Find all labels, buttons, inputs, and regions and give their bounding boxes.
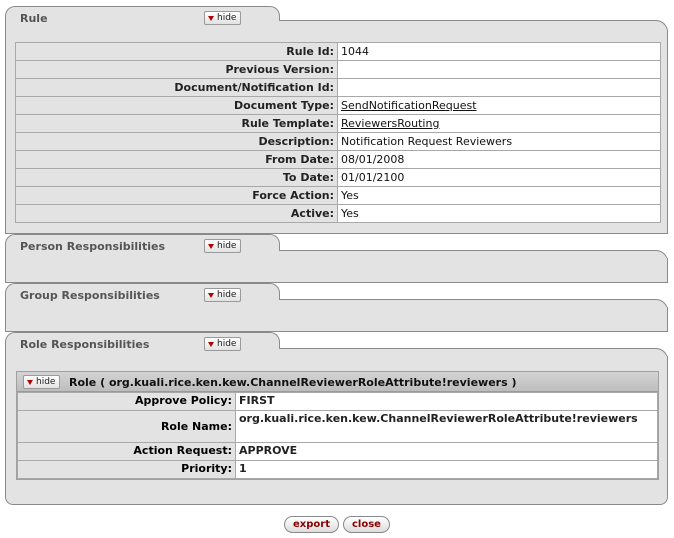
person-tab-title: Person Responsibilities <box>20 240 165 253</box>
field-value <box>337 60 661 79</box>
field-value: 08/01/2008 <box>337 150 661 169</box>
field-label: Previous Version: <box>15 60 338 79</box>
role-name-label: Role Name: <box>17 410 236 443</box>
table-row: Active: Yes <box>15 204 661 223</box>
field-link[interactable]: SendNotificationRequest <box>341 99 477 112</box>
rule-tab: Rule hide <box>5 6 280 30</box>
person-tab: Person Responsibilities hide <box>5 234 280 258</box>
table-row: Force Action: Yes <box>15 186 661 205</box>
approve-policy-value: FIRST <box>235 392 658 411</box>
field-value <box>337 78 661 97</box>
role-details-table: Approve Policy: FIRST Role Name: org.kua… <box>17 392 658 479</box>
table-row: From Date: 08/01/2008 <box>15 150 661 169</box>
field-value[interactable]: ReviewersRouting <box>337 114 661 133</box>
arrow-down-icon <box>208 292 214 298</box>
table-row: Approve Policy: FIRST <box>17 392 658 411</box>
role-box: hide Role ( org.kuali.rice.ken.kew.Chann… <box>16 371 659 480</box>
field-value: 1044 <box>337 42 661 61</box>
approve-policy-label: Approve Policy: <box>17 392 236 411</box>
field-value: 01/01/2100 <box>337 168 661 187</box>
field-label: Rule Id: <box>15 42 338 61</box>
field-label: Description: <box>15 132 338 151</box>
role-tab-title: Role Responsibilities <box>20 338 150 351</box>
table-row: Action Request: APPROVE <box>17 442 658 461</box>
close-button[interactable]: close <box>343 516 390 533</box>
field-label: Force Action: <box>15 186 338 205</box>
field-label: Active: <box>15 204 338 223</box>
rule-hide-button[interactable]: hide <box>204 11 242 25</box>
table-row: Document/Notification Id: <box>15 78 661 97</box>
arrow-down-icon <box>27 379 33 385</box>
group-hide-button[interactable]: hide <box>204 288 242 302</box>
field-label: To Date: <box>15 168 338 187</box>
table-row: Role Name: org.kuali.rice.ken.kew.Channe… <box>17 410 658 443</box>
rule-details-table: Rule Id: 1044 Previous Version: Document/No… <box>15 42 661 223</box>
group-tab: Group Responsibilities hide <box>5 283 280 307</box>
action-request-value: APPROVE <box>235 442 658 461</box>
field-label: Document Type: <box>15 96 338 115</box>
table-row: Rule Template: ReviewersRouting <box>15 114 661 133</box>
priority-label: Priority: <box>17 460 236 479</box>
field-label: Document/Notification Id: <box>15 78 338 97</box>
field-value: Yes <box>337 204 661 223</box>
priority-value: 1 <box>235 460 658 479</box>
field-value[interactable]: SendNotificationRequest <box>337 96 661 115</box>
group-panel <box>5 307 668 332</box>
rule-tab-title: Rule <box>20 12 48 25</box>
action-request-label: Action Request: <box>17 442 236 461</box>
action-buttons: export close <box>0 516 674 533</box>
table-row: Document Type: SendNotificationRequest <box>15 96 661 115</box>
arrow-down-icon <box>208 341 214 347</box>
field-link[interactable]: ReviewersRouting <box>341 117 439 130</box>
table-row: Priority: 1 <box>17 460 658 479</box>
field-value: Yes <box>337 186 661 205</box>
field-label: From Date: <box>15 150 338 169</box>
arrow-down-icon <box>208 15 214 21</box>
role-section-hide-button[interactable]: hide <box>204 337 242 351</box>
role-title: Role ( org.kuali.rice.ken.kew.ChannelRev… <box>69 376 517 389</box>
person-hide-button[interactable]: hide <box>204 239 242 253</box>
table-row: Previous Version: <box>15 60 661 79</box>
role-header: hide Role ( org.kuali.rice.ken.kew.Chann… <box>17 372 658 392</box>
role-hide-button[interactable]: hide <box>23 375 61 389</box>
role-tab: Role Responsibilities hide <box>5 332 280 356</box>
table-row: To Date: 01/01/2100 <box>15 168 661 187</box>
role-name-value: org.kuali.rice.ken.kew.ChannelReviewerRo… <box>235 410 658 443</box>
export-button[interactable]: export <box>284 516 339 533</box>
table-row: Description: Notification Request Reviewe… <box>15 132 661 151</box>
arrow-down-icon <box>208 243 214 249</box>
group-tab-title: Group Responsibilities <box>20 289 160 302</box>
field-label: Rule Template: <box>15 114 338 133</box>
field-value: Notification Request Reviewers <box>337 132 661 151</box>
person-panel <box>5 258 668 283</box>
table-row: Rule Id: 1044 <box>15 42 661 61</box>
